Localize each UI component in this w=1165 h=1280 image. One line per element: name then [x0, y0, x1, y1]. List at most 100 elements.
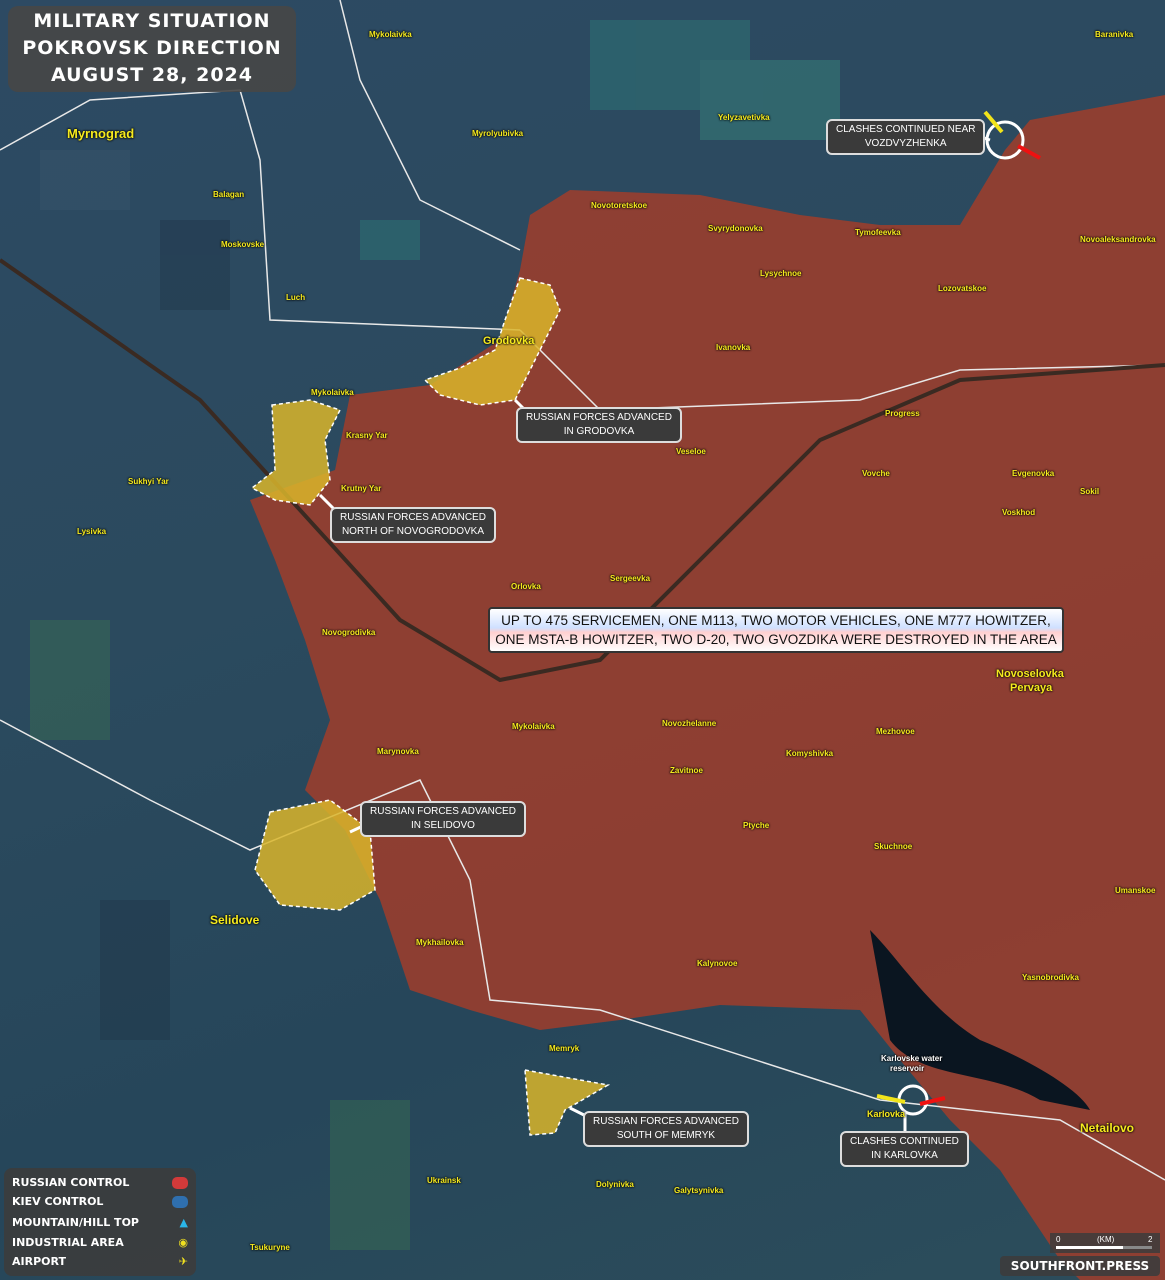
airport-icon: ✈ [178, 1255, 188, 1268]
town-label: Mykolaivka [311, 388, 354, 397]
title-date: AUGUST 28, 2024 [51, 64, 253, 86]
town-label: Ptyche [743, 821, 770, 830]
town-label: Selidove [210, 913, 260, 927]
map[interactable]: MILITARY SITUATION POKROVSK DIRECTION AU… [0, 0, 1165, 1280]
callout-vozdvyzhenka: CLASHES CONTINUED NEAR VOZDVYZHENKA [826, 119, 986, 155]
town-label: Zavitnoe [670, 766, 703, 775]
town-label: Vovche [862, 469, 890, 478]
callout-text: IN GRODOVKA [563, 426, 635, 437]
legend-label: MOUNTAIN/HILL TOP [12, 1216, 139, 1229]
legend-kiev-control: KIEV CONTROL [12, 1195, 188, 1208]
reservoir-label: Karlovske water [881, 1054, 943, 1063]
town-label: Tymofeevka [855, 228, 901, 237]
town-label: Skuchnoe [874, 842, 913, 851]
legend-label: KIEV CONTROL [12, 1195, 104, 1208]
town-label: Lysychnoe [760, 269, 802, 278]
scale-unit: (KM) [1097, 1235, 1115, 1244]
town-label: Novotoretskoe [591, 201, 648, 210]
town-label: Luch [286, 293, 306, 302]
town-label: Myrolyubivka [472, 129, 524, 138]
town-label: Pervaya [1010, 682, 1053, 694]
town-label: Baranivka [1095, 30, 1134, 39]
town-label: Balagan [213, 190, 245, 199]
town-label: Karlovka [867, 1109, 906, 1119]
scale-min: 0 [1056, 1235, 1061, 1244]
town-label: Marynovka [377, 747, 419, 756]
callout-selidovo: RUSSIAN FORCES ADVANCED IN SELIDOVO [360, 801, 526, 837]
callout-novogrodovka: RUSSIAN FORCES ADVANCED NORTH OF NOVOGROD… [330, 507, 496, 543]
scale-max: 2 [1148, 1235, 1153, 1244]
town-label: Lozovatskoe [938, 284, 987, 293]
scale-bar: 0 (KM) 2 [1050, 1233, 1160, 1253]
town-label: Novogrodivka [322, 628, 376, 637]
legend-label: RUSSIAN CONTROL [12, 1176, 130, 1189]
callout-karlovka: CLASHES CONTINUED IN KARLOVKA [840, 1131, 969, 1167]
town-label: Evgenovka [1012, 469, 1055, 478]
red-swatch-icon [172, 1176, 188, 1189]
callout-grodovka: RUSSIAN FORCES ADVANCED IN GRODOVKA [516, 407, 682, 443]
town-label: Ukrainsk [427, 1176, 461, 1185]
town-label: Ivanovka [716, 343, 751, 352]
town-label: Mykolaivka [512, 722, 555, 731]
callout-text: SOUTH OF MEMRYK [616, 1130, 716, 1141]
town-label: Grodovka [483, 335, 535, 347]
callout-memryk: RUSSIAN FORCES ADVANCED SOUTH OF MEMRYK [583, 1111, 749, 1147]
town-label: Galytsynivka [674, 1186, 724, 1195]
town-label: Mykolaivka [369, 30, 412, 39]
town-label: Yelyzavetivka [718, 113, 770, 122]
town-label: Krutny Yar [341, 484, 382, 493]
triangle-icon: ▲ [179, 1216, 188, 1229]
callout-text: CLASHES CONTINUED NEAR [836, 124, 976, 135]
town-label: Svyrydonovka [708, 224, 763, 233]
town-label: Netailovo [1080, 1121, 1135, 1135]
legend-airport: AIRPORT ✈ [12, 1255, 188, 1268]
legend-label: INDUSTRIAL AREA [12, 1236, 124, 1249]
banner-line: UP TO 475 SERVICEMEN, ONE M113, TWO MOTO… [501, 613, 1051, 628]
town-label: Novozhelanne [662, 719, 717, 728]
town-label: Sokil [1080, 487, 1100, 496]
callout-text: IN KARLOVKA [871, 1150, 938, 1161]
town-label: Veseloe [676, 447, 706, 456]
callout-text: RUSSIAN FORCES ADVANCED [526, 412, 672, 423]
blue-swatch-icon [172, 1195, 188, 1208]
brand-watermark: SOUTHFRONT.PRESS [1000, 1256, 1160, 1276]
banner-line: ONE MSTA-B HOWITZER, TWO D-20, TWO GVOZD… [495, 632, 1057, 647]
map-legend: RUSSIAN CONTROL KIEV CONTROL MOUNTAIN/HI… [4, 1168, 196, 1276]
town-label: Kalynovoe [697, 959, 738, 968]
callout-text: VOZDVYZHENKA [864, 138, 947, 149]
town-label: Yasnobrodivka [1022, 973, 1079, 982]
town-label: Moskovske [221, 240, 265, 249]
title-line: POKROVSK DIRECTION [22, 37, 282, 59]
map-title: MILITARY SITUATION POKROVSK DIRECTION AU… [8, 6, 296, 92]
title-line: MILITARY SITUATION [33, 10, 271, 32]
town-label: Mykhailovka [416, 938, 464, 947]
town-label: Sukhyi Yar [128, 477, 169, 486]
town-label: Tsukuryne [250, 1243, 290, 1252]
industrial-icon: ◉ [178, 1236, 188, 1249]
callout-text: NORTH OF NOVOGRODOVKA [341, 526, 484, 537]
scale-line [1056, 1246, 1152, 1249]
callout-text: RUSSIAN FORCES ADVANCED [340, 512, 486, 523]
callout-text: RUSSIAN FORCES ADVANCED [593, 1116, 739, 1127]
callout-text: IN SELIDOVO [411, 820, 475, 831]
legend-label: AIRPORT [12, 1255, 66, 1268]
town-label: Umanskoe [1115, 886, 1156, 895]
town-label: Myrnograd [67, 126, 135, 141]
town-label: Komyshivka [786, 749, 834, 758]
town-label: Voskhod [1002, 508, 1036, 517]
reservoir-label: reservoir [890, 1064, 925, 1073]
legend-russian-control: RUSSIAN CONTROL [12, 1176, 188, 1189]
town-label: Krasny Yar [346, 431, 388, 440]
town-label: Mezhovoe [876, 727, 915, 736]
callout-text: RUSSIAN FORCES ADVANCED [370, 806, 516, 817]
town-label: Novoselovka [996, 668, 1064, 680]
town-label: Orlovka [511, 582, 541, 591]
town-label: Novoaleksandrovka [1080, 235, 1156, 244]
losses-banner: UP TO 475 SERVICEMEN, ONE M113, TWO MOTO… [488, 607, 1064, 653]
legend-mountain: MOUNTAIN/HILL TOP ▲ [12, 1216, 188, 1229]
town-label: Progress [885, 409, 920, 418]
callout-text: CLASHES CONTINUED [850, 1136, 959, 1147]
town-label: Dolynivka [596, 1180, 634, 1189]
town-label: Sergeevka [610, 574, 651, 583]
town-label: Lysivka [77, 527, 107, 536]
